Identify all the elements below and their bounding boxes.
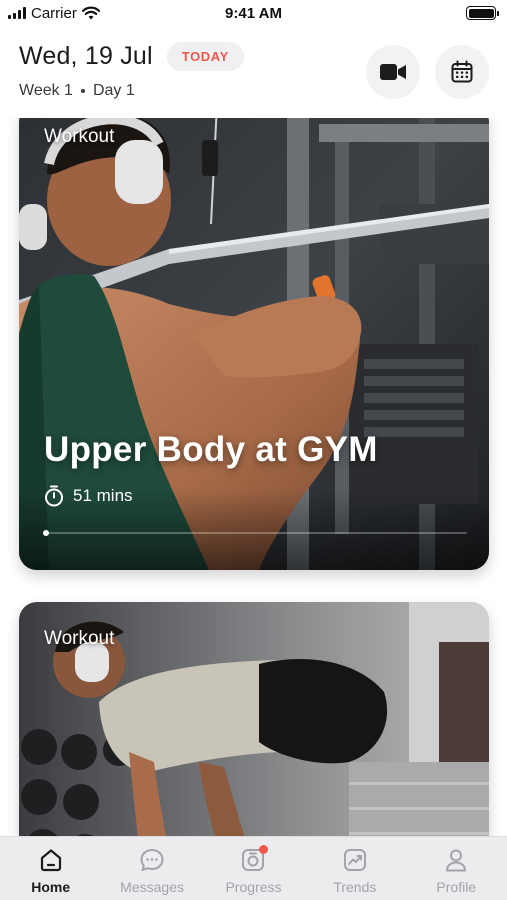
carrier-label: Carrier [31, 4, 77, 22]
tab-label: Profile [436, 879, 477, 895]
date-row: Wed, 19 Jul TODAY [19, 42, 244, 71]
progress-bar [43, 530, 467, 536]
card-category-label: Workout [44, 126, 115, 147]
separator-dot [80, 89, 85, 93]
tab-bar: Home Messages Progress Trends Profile [0, 836, 507, 900]
duration-value: 51 mins [73, 486, 133, 505]
tab-profile[interactable]: Profile [406, 837, 506, 895]
status-bar: Carrier 9:41 AM [0, 0, 507, 26]
camera-icon [238, 845, 269, 875]
signal-icon [8, 7, 26, 19]
user-icon [441, 845, 471, 875]
tab-label: Home [31, 879, 71, 895]
chat-icon [137, 845, 167, 875]
notification-dot [259, 845, 269, 854]
workout-duration: 51 mins [44, 485, 133, 507]
tab-home[interactable]: Home [1, 837, 101, 895]
tab-label: Messages [120, 879, 184, 895]
stopwatch-icon [45, 485, 63, 507]
tab-messages[interactable]: Messages [102, 837, 202, 895]
tab-progress[interactable]: Progress [203, 837, 303, 895]
workout-title: Upper Body at GYM [44, 430, 378, 469]
status-left: Carrier [8, 5, 100, 22]
workout-card[interactable]: Workout Upper Body at GYM 51 mins [19, 118, 489, 570]
week-day-row: Week 1 Day 1 [19, 82, 135, 100]
header: Wed, 19 Jul TODAY Week 1 Day 1 [0, 26, 507, 118]
video-camera-icon [380, 64, 406, 80]
trend-chart-icon [340, 845, 370, 875]
tab-label: Trends [333, 879, 377, 895]
video-button[interactable] [366, 45, 420, 99]
tab-trends[interactable]: Trends [305, 837, 405, 895]
workout-card[interactable]: Workout [19, 602, 489, 836]
calendar-button[interactable] [435, 45, 489, 99]
day-label: Day 1 [92, 82, 135, 99]
tab-label: Progress [225, 879, 282, 895]
workout-feed[interactable]: Workout Upper Body at GYM 51 mins Workou… [0, 118, 507, 836]
battery-icon [466, 6, 499, 20]
home-icon [36, 845, 66, 875]
week-label: Week 1 [19, 82, 73, 99]
today-badge[interactable]: TODAY [166, 42, 244, 71]
page-title: Wed, 19 Jul [19, 42, 153, 70]
card-category-label: Workout [44, 628, 115, 649]
calendar-icon [451, 60, 473, 83]
progress-indicator [43, 530, 49, 536]
wifi-icon [81, 6, 100, 20]
